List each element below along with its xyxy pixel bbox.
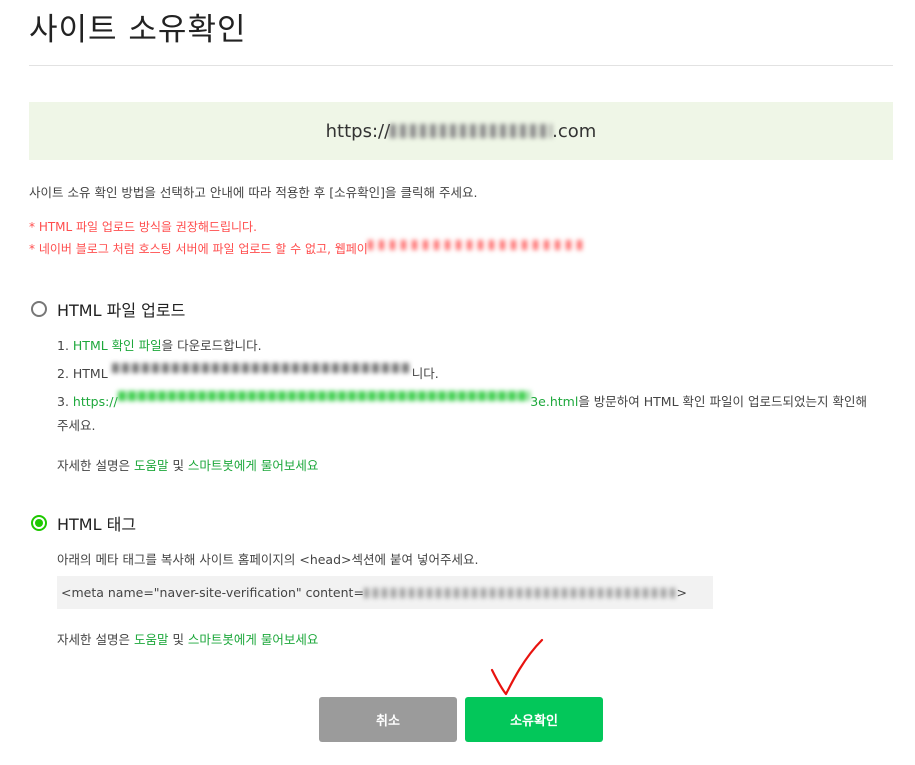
page-title: 사이트 소유확인: [29, 12, 247, 48]
warning-blog-text: * 네이버 블로그 처럼 호스팅 서버에 파일 업로드 할 수 없고, 웹페이: [29, 242, 368, 256]
site-url-suffix: .com: [552, 120, 597, 142]
option-html-tag-label: HTML 태그: [57, 515, 137, 534]
site-url-prefix: https://: [325, 120, 391, 142]
help-mid: 및: [168, 458, 188, 473]
title-divider: [29, 65, 893, 66]
help-text-html-tag: 자세한 설명은 도움말 및 스마트봇에게 물어보세요: [57, 629, 318, 648]
verification-url-suffix: 3e.html: [530, 394, 579, 409]
html-file-download-link[interactable]: HTML 확인 파일: [73, 338, 162, 353]
radio-html-tag[interactable]: [31, 515, 47, 531]
step-2: 2. HTML 니다.: [57, 363, 439, 382]
step-3-continued: 주세요.: [57, 418, 96, 433]
confirm-ownership-button[interactable]: 소유확인: [465, 697, 603, 742]
red-checkmark-annotation: [490, 638, 544, 696]
smartbot-link[interactable]: 스마트봇에게 물어보세요: [188, 458, 318, 473]
help-prefix-2: 자세한 설명은: [57, 632, 134, 647]
step-3-text: 을 방문하여 HTML 확인 파일이 업로드되었는지 확인해: [578, 394, 867, 409]
verification-url-redacted: [117, 391, 531, 401]
html-tag-description: 아래의 메타 태그를 복사해 사이트 홈페이지의 <head>섹션에 붙여 넣어…: [57, 552, 479, 567]
smartbot-link-2[interactable]: 스마트봇에게 물어보세요: [188, 632, 318, 647]
site-url-box: https:// .com: [29, 102, 893, 160]
step-1-text: 을 다운로드합니다.: [161, 338, 262, 353]
meta-tag-box[interactable]: <meta name="naver-site-verification" con…: [57, 576, 713, 609]
cancel-button[interactable]: 취소: [319, 697, 457, 742]
help-link[interactable]: 도움말: [134, 458, 169, 473]
step-1-number: 1.: [57, 338, 73, 353]
verification-url-link[interactable]: https:// 3e.html: [72, 391, 579, 409]
step-2-prefix: 2. HTML: [57, 366, 112, 381]
help-link-2[interactable]: 도움말: [134, 632, 169, 647]
radio-html-file[interactable]: [31, 301, 47, 317]
step-3: 3. https:// 3e.html을 방문하여 HTML 확인 파일이 업로…: [57, 391, 867, 410]
site-url-redacted: [390, 124, 553, 138]
step-2-suffix: 니다.: [411, 366, 439, 381]
option-html-file-label: HTML 파일 업로드: [57, 301, 186, 320]
option-html-file[interactable]: HTML 파일 업로드: [31, 297, 185, 321]
warning-recommend: * HTML 파일 업로드 방식을 권장해드립니다.: [29, 220, 257, 234]
help-mid-2: 및: [168, 632, 188, 647]
option-html-tag[interactable]: HTML 태그: [31, 511, 136, 535]
meta-tag-suffix: >: [676, 585, 687, 600]
verification-url-prefix: https://: [72, 394, 118, 409]
meta-tag-redacted: [363, 587, 677, 598]
help-text-html-file: 자세한 설명은 도움말 및 스마트봇에게 물어보세요: [57, 455, 318, 474]
warning-blog-redacted: [367, 240, 584, 250]
step-1: 1. HTML 확인 파일을 다운로드합니다.: [57, 335, 262, 354]
step-3-number: 3.: [57, 394, 73, 409]
instruction-text: 사이트 소유 확인 방법을 선택하고 안내에 따라 적용한 후 [소유확인]을 …: [29, 185, 478, 200]
meta-tag-prefix: <meta name="naver-site-verification" con…: [61, 585, 364, 600]
warning-blog: * 네이버 블로그 처럼 호스팅 서버에 파일 업로드 할 수 없고, 웹페이: [29, 240, 584, 257]
step-2-redacted: [111, 363, 412, 373]
help-prefix: 자세한 설명은: [57, 458, 134, 473]
